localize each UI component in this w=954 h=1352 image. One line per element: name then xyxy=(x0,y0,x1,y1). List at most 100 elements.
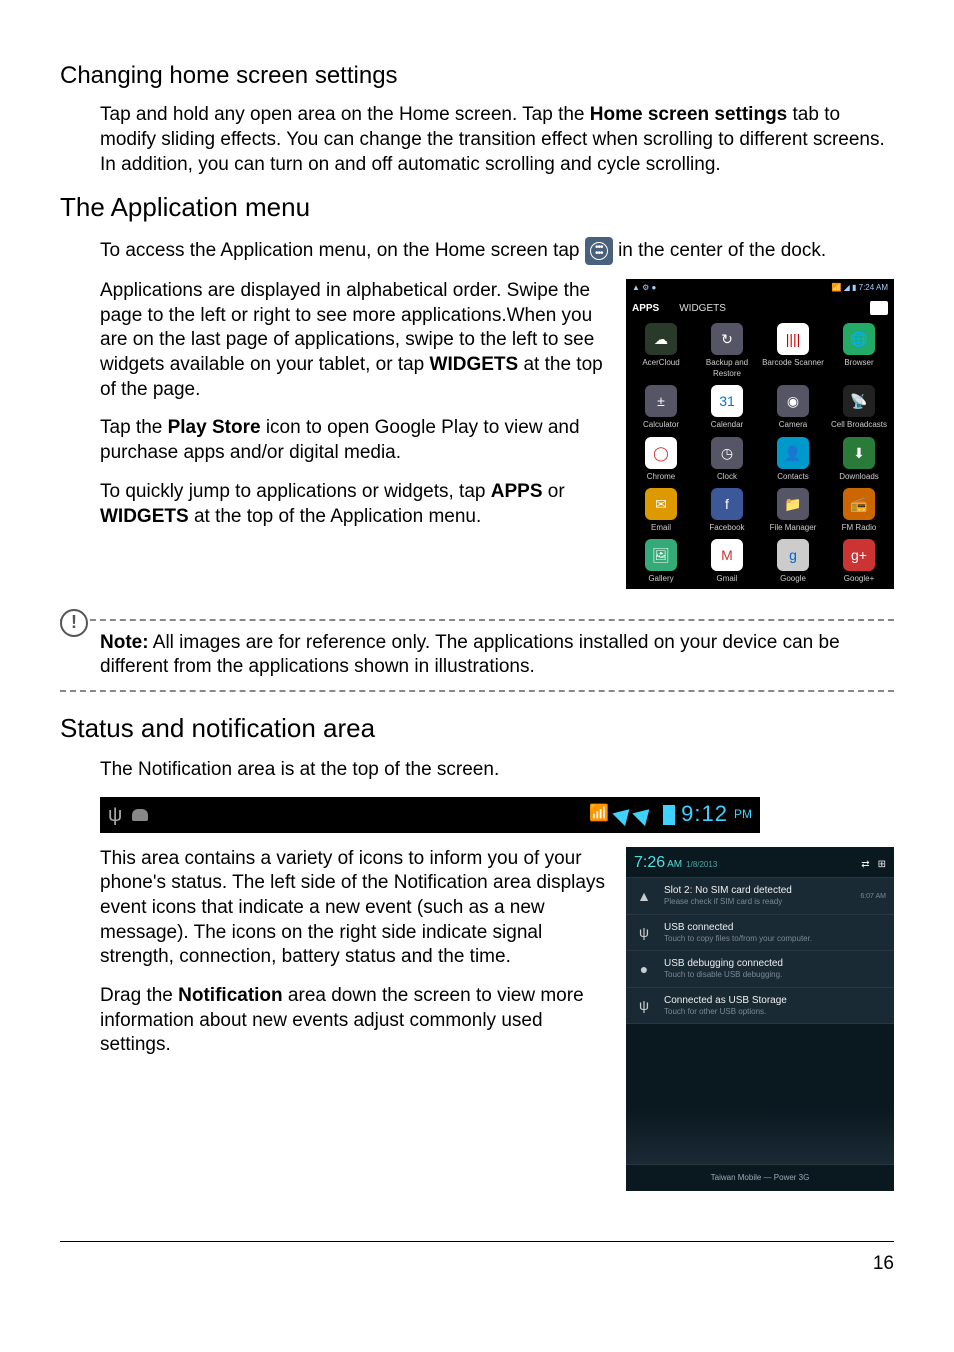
app-item[interactable]: ◉ Camera xyxy=(762,385,824,430)
app-icon: ◉ xyxy=(777,385,809,417)
app-label: Gallery xyxy=(630,574,692,584)
app-item[interactable]: 🌐Browser xyxy=(828,323,890,379)
screenshot-status-bar: 📶 9:12 PM xyxy=(100,797,760,833)
notif-row-time: 6:07 AM xyxy=(860,892,886,901)
app-icon: M xyxy=(711,539,743,571)
notif-row-icon: ψ xyxy=(634,996,654,1014)
note-box: ! Note: All images are for reference onl… xyxy=(60,619,894,692)
app-icon: 📁 xyxy=(777,488,809,520)
settings-toggle-icon[interactable]: ⇄ xyxy=(861,858,869,871)
app-item[interactable]: ☁ AcerCloud xyxy=(630,323,692,379)
app-item[interactable]: ±Calculator xyxy=(630,385,692,430)
text: at the top of the Application menu. xyxy=(189,506,482,527)
app-icon: ↻ xyxy=(711,323,743,355)
app-icon: ◯ xyxy=(645,437,677,469)
text: To quickly jump to applications or widge… xyxy=(100,481,491,502)
heading-changing-home: Changing home screen settings xyxy=(60,60,894,91)
note-text: All images are for reference only. The a… xyxy=(100,632,840,678)
notif-row-subtitle: Touch to copy files to/from your compute… xyxy=(664,934,876,944)
notif-row-icon: ψ xyxy=(634,923,654,941)
notif-body-empty xyxy=(626,1023,894,1164)
notif-row[interactable]: ● USB debugging connectedTouch to disable… xyxy=(626,950,894,986)
page-rule xyxy=(60,1241,894,1242)
notif-row-subtitle: Touch for other USB options. xyxy=(664,1007,876,1017)
tab-widgets[interactable]: WIDGETS xyxy=(679,302,726,315)
app-label: Barcode Scanner xyxy=(762,358,824,368)
app-item[interactable]: ◯ Chrome xyxy=(630,437,692,482)
app-icon: 31 xyxy=(711,385,743,417)
app-item[interactable]: ||||Barcode Scanner xyxy=(762,323,824,379)
notif-date: 1/8/2013 xyxy=(686,860,717,870)
heading-status-area: Status and notification area xyxy=(60,712,894,746)
status-left-icons: ▲ ⚙ ● xyxy=(632,283,656,293)
app-item[interactable]: 📻FM Radio xyxy=(828,488,890,533)
signal-icon-2 xyxy=(633,803,656,826)
app-item[interactable]: ↻Backup and Restore xyxy=(696,323,758,379)
text: Tap the xyxy=(100,417,168,438)
camera-icon[interactable] xyxy=(870,301,888,315)
app-icon: ✉ xyxy=(645,488,677,520)
text: or xyxy=(543,481,565,502)
app-item[interactable]: fFacebook xyxy=(696,488,758,533)
app-label: AcerCloud xyxy=(630,358,692,368)
app-label: Clock xyxy=(696,472,758,482)
app-icon: 👤 xyxy=(777,437,809,469)
app-item[interactable]: gGoogle xyxy=(762,539,824,584)
screenshot-application-menu: ▲ ⚙ ● 📶 ◢ ▮ 7:24 AM APPS WIDGETS ☁AcerCl… xyxy=(626,279,894,589)
app-icon: ◷ xyxy=(711,437,743,469)
app-label: Email xyxy=(630,523,692,533)
app-label: Cell Broadcasts xyxy=(828,420,890,430)
para-app-menu-1: To access the Application menu, on the H… xyxy=(100,237,894,265)
app-item[interactable]: g+ Google+ xyxy=(828,539,890,584)
app-icon: g+ xyxy=(843,539,875,571)
app-label: Google+ xyxy=(828,574,890,584)
app-item[interactable]: ⬇ Downloads xyxy=(828,437,890,482)
notif-row[interactable]: ψ Connected as USB StorageTouch for other… xyxy=(626,987,894,1023)
app-label: Camera xyxy=(762,420,824,430)
note-label: Note: xyxy=(100,632,149,653)
app-label: Calendar xyxy=(696,420,758,430)
app-item[interactable]: 📁 File Manager xyxy=(762,488,824,533)
app-item[interactable]: ✉ Email xyxy=(630,488,692,533)
text: in the center of the dock. xyxy=(618,240,826,261)
notif-row-text: Connected as USB StorageTouch for other … xyxy=(664,994,876,1017)
app-drawer-icon: •••••• xyxy=(585,237,613,265)
notif-row[interactable]: ▲Slot 2: No SIM card detectedPlease chec… xyxy=(626,877,894,913)
app-icon: 📻 xyxy=(843,488,875,520)
bold-notification: Notification xyxy=(178,985,283,1006)
tab-apps[interactable]: APPS xyxy=(632,302,659,315)
notif-footer: Taiwan Mobile — Power 3G xyxy=(626,1164,894,1191)
app-item[interactable]: M Gmail xyxy=(696,539,758,584)
signal-icon-1 xyxy=(613,803,636,826)
notif-row[interactable]: ψ USB connectedTouch to copy files to/fro… xyxy=(626,914,894,950)
app-label: Gmail xyxy=(696,574,758,584)
app-icon: g xyxy=(777,539,809,571)
bold-apps: APPS xyxy=(491,481,543,502)
app-item[interactable]: 🖼 Gallery xyxy=(630,539,692,584)
bold-play-store: Play Store xyxy=(168,417,261,438)
app-item[interactable]: 📡 Cell Broadcasts xyxy=(828,385,890,430)
notif-row-title: Slot 2: No SIM card detected xyxy=(664,884,850,897)
app-icon: 📡 xyxy=(843,385,875,417)
notif-row-subtitle: Touch to disable USB debugging. xyxy=(664,970,876,980)
screenshot-notification-panel: 7:26 AM 1/8/2013 ⇄ ⊞ ▲Slot 2: No SIM car… xyxy=(626,847,894,1192)
grid-icon[interactable]: ⊞ xyxy=(878,858,886,871)
app-item[interactable]: 31 Calendar xyxy=(696,385,758,430)
app-label: Downloads xyxy=(828,472,890,482)
app-icon: ☁ xyxy=(645,323,677,355)
notif-time: 7:26 xyxy=(634,853,665,874)
app-icon: 🖼 xyxy=(645,539,677,571)
text: Tap and hold any open area on the Home s… xyxy=(100,104,590,125)
notif-row-title: USB debugging connected xyxy=(664,957,876,970)
app-icon: ± xyxy=(645,385,677,417)
app-item[interactable]: ◷ Clock xyxy=(696,437,758,482)
notif-row-icon: ● xyxy=(634,960,654,978)
app-icon: ⬇ xyxy=(843,437,875,469)
app-label: Chrome xyxy=(630,472,692,482)
notif-row-title: Connected as USB Storage xyxy=(664,994,876,1007)
android-icon xyxy=(132,809,148,821)
notif-row-text: USB connectedTouch to copy files to/from… xyxy=(664,921,876,944)
app-label: File Manager xyxy=(762,523,824,533)
app-item[interactable]: 👤Contacts xyxy=(762,437,824,482)
text: To access the Application menu, on the H… xyxy=(100,240,585,261)
